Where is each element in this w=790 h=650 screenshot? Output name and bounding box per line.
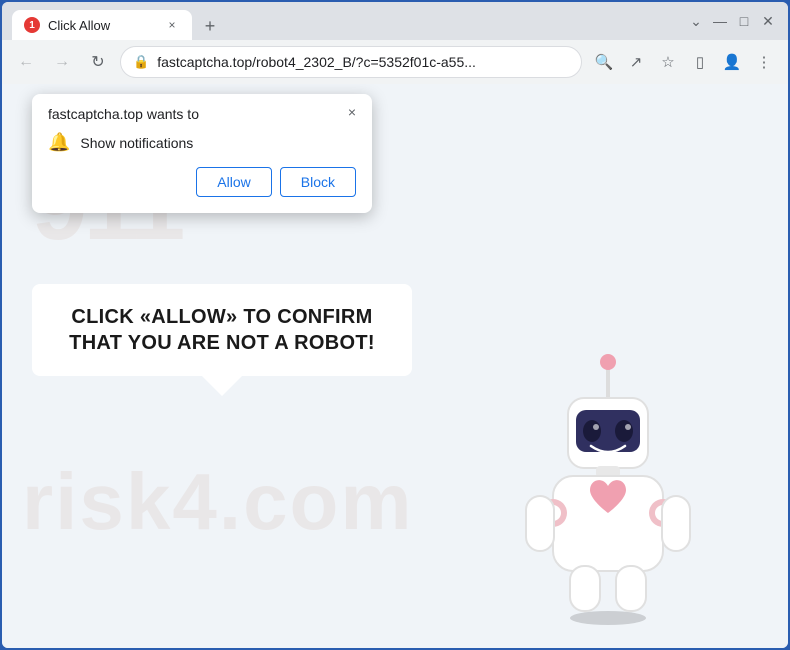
toolbar: ← → ↻ 🔒 fastcaptcha.top/robot4_2302_B/?c… xyxy=(2,40,788,84)
notification-popup: × fastcaptcha.top wants to 🔔 Show notifi… xyxy=(32,94,372,213)
forward-button[interactable]: → xyxy=(48,48,76,76)
share-icon[interactable]: ↗ xyxy=(622,48,650,76)
address-bar[interactable]: 🔒 fastcaptcha.top/robot4_2302_B/?c=5352f… xyxy=(120,46,582,78)
chevron-down-icon[interactable]: ⌄ xyxy=(690,15,702,27)
tab-area: 1 Click Allow × + xyxy=(12,2,682,40)
active-tab[interactable]: 1 Click Allow × xyxy=(12,10,192,40)
profile-icon[interactable]: 👤 xyxy=(718,48,746,76)
new-tab-button[interactable]: + xyxy=(196,12,224,40)
bubble-message: CLICK «ALLOW» TO CONFIRM THAT YOU ARE NO… xyxy=(56,304,388,356)
tab-favicon: 1 xyxy=(24,17,40,33)
toolbar-icons: 🔍 ↗ ☆ ▯ 👤 ⋮ xyxy=(590,48,778,76)
reload-button[interactable]: ↻ xyxy=(84,48,112,76)
tab-close-button[interactable]: × xyxy=(164,17,180,33)
speech-bubble: CLICK «ALLOW» TO CONFIRM THAT YOU ARE NO… xyxy=(32,284,412,376)
search-icon[interactable]: 🔍 xyxy=(590,48,618,76)
popup-permission-row: 🔔 Show notifications xyxy=(48,132,356,153)
allow-button[interactable]: Allow xyxy=(196,167,271,197)
svg-text:risk4.com: risk4.com xyxy=(22,457,414,546)
split-view-icon[interactable]: ▯ xyxy=(686,48,714,76)
minimize-button[interactable]: — xyxy=(714,15,726,27)
close-window-button[interactable]: ✕ xyxy=(762,15,774,27)
back-button[interactable]: ← xyxy=(12,48,40,76)
url-text: fastcaptcha.top/robot4_2302_B/?c=5352f01… xyxy=(157,54,569,70)
permission-text: Show notifications xyxy=(80,135,193,151)
window-controls: ⌄ — □ ✕ xyxy=(690,15,778,27)
browser-window: 1 Click Allow × + ⌄ — □ ✕ ← → ↻ 🔒 fastca… xyxy=(0,0,790,650)
block-button[interactable]: Block xyxy=(280,167,356,197)
popup-close-button[interactable]: × xyxy=(342,102,362,122)
restore-button[interactable]: □ xyxy=(738,15,750,27)
bookmark-icon[interactable]: ☆ xyxy=(654,48,682,76)
tab-title: Click Allow xyxy=(48,18,156,33)
title-bar: 1 Click Allow × + ⌄ — □ ✕ xyxy=(2,2,788,40)
popup-buttons: Allow Block xyxy=(48,167,356,197)
content-area: 911 risk4.com × fastcaptcha.top wants to… xyxy=(2,84,788,648)
bell-icon: 🔔 xyxy=(48,132,70,153)
popup-site-text: fastcaptcha.top wants to xyxy=(48,106,356,122)
lock-icon: 🔒 xyxy=(133,54,149,70)
menu-icon[interactable]: ⋮ xyxy=(750,48,778,76)
robot-illustration xyxy=(508,348,708,628)
